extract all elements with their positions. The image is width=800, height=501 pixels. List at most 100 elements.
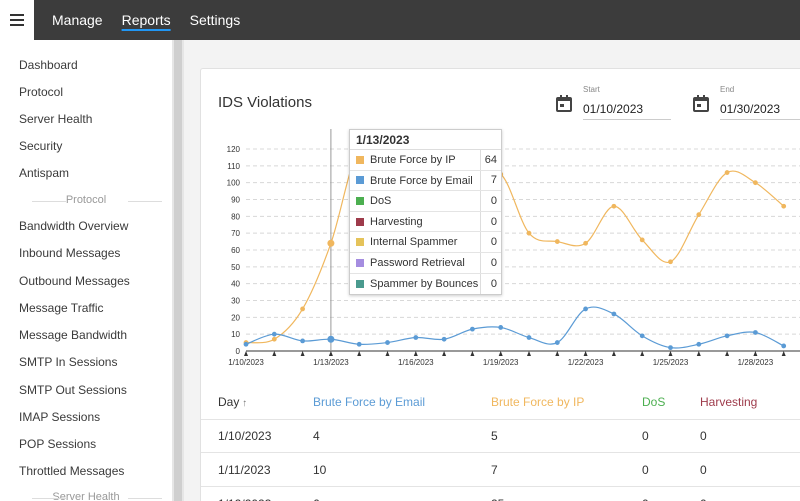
x-tick [272,351,277,356]
data-point [583,306,588,312]
tooltip-series-value: 7 [490,174,497,187]
tooltip-swatch [356,196,364,205]
sidebar-item-smtp-in-sessions[interactable]: SMTP In Sessions [19,355,117,369]
row-divider [201,419,800,420]
x-tick [498,351,503,356]
data-point [753,330,758,335]
table-cell: 4 [313,429,320,443]
data-point [470,326,475,332]
data-point [385,340,390,345]
data-point [696,212,702,218]
tooltip-date: 1/13/2023 [350,130,501,150]
column-header[interactable]: Harvesting [700,395,757,409]
sidebar-item-inbound-messages[interactable]: Inbound Messages [19,246,120,260]
data-point [724,170,730,175]
sidebar-item-server-health[interactable]: Server Health [19,112,92,126]
sidebar-item-outbound-messages[interactable]: Outbound Messages [19,274,130,288]
sidebar: Dashboard Protocol Server Health Securit… [0,40,172,501]
data-point [271,336,277,342]
sidebar-item-pop-sessions[interactable]: POP Sessions [19,437,96,451]
data-point [668,345,673,351]
column-header[interactable]: Brute Force by IP [491,395,584,409]
y-tick-label: 70 [231,229,240,238]
table-cell: 7 [491,463,498,477]
tooltip-row: Harvesting 0 [350,211,501,233]
report-card: IDS Violations Start End 010203040506070… [200,68,800,501]
tooltip-row: DoS 0 [350,191,501,212]
tooltip-series-name: DoS [370,191,481,211]
tooltip-swatch [356,217,364,226]
sidebar-item-message-bandwidth[interactable]: Message Bandwidth [19,328,127,342]
sidebar-item-protocol[interactable]: Protocol [19,85,63,99]
data-point [611,311,617,317]
tooltip-series-name: Password Retrieval [370,252,481,273]
data-point [441,336,447,342]
sidebar-item-message-traffic[interactable]: Message Traffic [19,301,103,315]
data-point [526,230,532,236]
x-tick [725,351,730,356]
table-cell: 25 [491,497,504,501]
table-cell: 1/12/2023 [218,497,271,501]
tooltip-series-value: 0 [490,215,497,228]
tooltip-swatch [356,258,364,267]
nav-reports[interactable]: Reports [122,0,171,40]
sidebar-item-antispam[interactable]: Antispam [19,166,69,180]
data-point [327,335,335,343]
column-header[interactable]: DoS [642,395,665,409]
sidebar-scroll-thumb[interactable] [174,40,182,501]
table-cell: 10 [313,463,327,477]
sidebar-item-throttled-messages[interactable]: Throttled Messages [19,464,124,478]
x-tick [244,351,248,356]
x-tick [640,351,645,356]
x-tick-label: 1/22/2023 [568,358,604,367]
tooltip-swatch [356,155,364,164]
x-tick [413,351,418,356]
x-tick [753,351,758,356]
data-point [327,239,335,247]
tooltip-row: Password Retrieval 0 [350,252,501,274]
x-tick [442,351,447,356]
tooltip-series-value: 0 [490,236,497,249]
data-point [526,335,532,340]
data-point [781,343,787,349]
data-point [554,239,560,244]
tooltip-row: Brute Force by Email 7 [350,170,501,192]
x-tick [527,351,531,356]
nav-settings[interactable]: Settings [190,0,241,40]
data-point [243,341,249,347]
tooltip-series-value: 64 [484,153,497,166]
menu-icon [10,14,24,26]
sidebar-item-security[interactable]: Security [19,139,62,153]
column-header[interactable]: Day ↑ [218,395,247,409]
y-tick-label: 20 [231,313,240,322]
x-tick-label: 1/13/2023 [313,358,349,367]
main-nav: Manage Reports Settings [52,0,259,40]
sidebar-item-bandwidth-overview[interactable]: Bandwidth Overview [19,219,128,233]
y-tick-label: 110 [227,162,240,171]
hamburger-menu-button[interactable] [0,0,34,40]
tooltip-series-name: Brute Force by Email [370,170,481,191]
y-tick-label: 80 [231,212,240,221]
x-tick [696,351,701,356]
data-point [611,203,617,209]
tooltip-row: Internal Spammer 0 [350,232,501,253]
data-point [781,203,787,209]
table-cell: 0 [642,497,649,501]
data-point [668,259,673,265]
y-tick-label: 0 [236,347,241,356]
x-tick [668,351,673,356]
data-point [554,340,560,345]
sidebar-item-imap-sessions[interactable]: IMAP Sessions [19,410,100,424]
y-tick-label: 60 [231,246,240,255]
sidebar-item-dashboard[interactable]: Dashboard [19,58,78,72]
tooltip-series-name: Internal Spammer [370,232,481,252]
tooltip-row: Spammer by Bounces 0 [350,273,501,295]
x-tick [555,351,560,356]
column-header[interactable]: Brute Force by Email [313,395,425,409]
sidebar-item-smtp-out-sessions[interactable]: SMTP Out Sessions [19,383,127,397]
sort-ascending-icon[interactable]: ↑ [239,398,247,409]
nav-manage[interactable]: Manage [52,0,103,40]
data-point [271,331,277,337]
x-tick-label: 1/10/2023 [228,358,264,367]
x-tick [328,351,333,356]
